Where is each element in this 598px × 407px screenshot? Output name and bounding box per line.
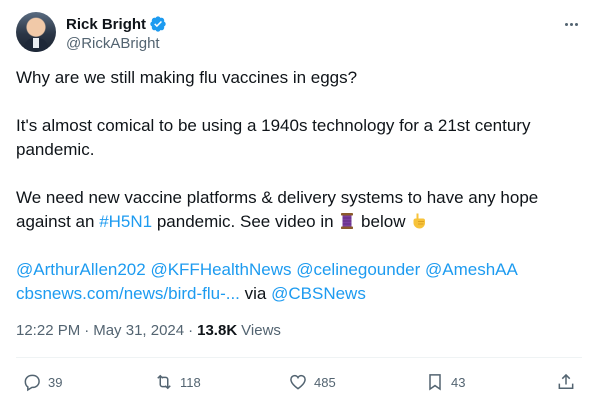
bookmark-icon <box>429 374 441 391</box>
tweet-text-segment: below <box>361 212 406 231</box>
reply-icon <box>24 374 40 392</box>
avatar[interactable] <box>16 12 56 52</box>
retweet-button[interactable]: 118 <box>154 370 201 394</box>
verified-badge-icon <box>150 16 166 32</box>
pointing-down-emoji-icon <box>413 213 426 229</box>
tweet-time[interactable]: 12:22 PM <box>16 322 80 339</box>
reply-count: 39 <box>48 374 63 390</box>
retweet-icon <box>157 374 171 390</box>
views-label: Views <box>241 322 281 339</box>
author-handle[interactable]: @RickABright <box>66 35 160 52</box>
more-dot-icon <box>564 22 568 26</box>
tweet-paragraph-3: We need new vaccine platforms & delivery… <box>16 186 582 234</box>
mention-link[interactable]: @ArthurAllen202 <box>16 260 146 279</box>
reply-button[interactable]: 39 <box>22 370 62 394</box>
tweet-paragraph-1: Why are we still making flu vaccines in … <box>16 68 358 87</box>
tweet-text: Why are we still making flu vaccines in … <box>16 66 582 306</box>
views-count: 13.8K <box>197 322 238 339</box>
tweet-text-segment: pandemic. See video in <box>156 212 334 231</box>
more-options-button[interactable] <box>560 14 582 34</box>
author-display-name[interactable]: Rick Bright <box>66 16 146 33</box>
mention-link[interactable]: @AmeshAA <box>425 260 518 279</box>
retweet-count: 118 <box>180 374 201 390</box>
divider <box>16 357 582 358</box>
thread-spool-emoji-icon <box>341 213 354 229</box>
meta-separator: · <box>188 322 194 339</box>
external-link[interactable]: cbsnews.com/news/bird-flu-... <box>16 284 240 303</box>
share-icon <box>558 373 574 389</box>
more-dot-icon <box>569 22 573 26</box>
tweet-date[interactable]: May 31, 2024 <box>93 322 184 339</box>
like-count: 485 <box>314 374 336 390</box>
mention-link[interactable]: @celinegounder <box>296 260 420 279</box>
like-button[interactable]: 485 <box>288 370 336 394</box>
meta-separator: · <box>84 322 90 339</box>
share-button[interactable] <box>556 370 576 394</box>
bookmark-count: 43 <box>451 374 466 390</box>
action-bar: 39 118 485 43 <box>20 370 578 394</box>
more-dot-icon <box>574 22 578 26</box>
tweet-card: Rick Bright @RickABright Why are we stil… <box>0 0 598 407</box>
via-mention-link[interactable]: @CBSNews <box>271 284 366 303</box>
heart-icon <box>290 374 306 390</box>
tweet-paragraph-2: It's almost comical to be using a 1940s … <box>16 116 531 159</box>
mention-link[interactable]: @KFFHealthNews <box>150 260 291 279</box>
tweet-meta: 12:22 PM · May 31, 2024 · 13.8K Views <box>16 322 281 339</box>
tweet-paragraph-4: @ArthurAllen202 @KFFHealthNews @celinego… <box>16 258 582 306</box>
author-name-row: Rick Bright <box>66 14 167 34</box>
hashtag-link[interactable]: #H5N1 <box>99 212 152 231</box>
bookmark-button[interactable]: 43 <box>425 370 465 394</box>
via-label: via <box>244 284 267 303</box>
avatar-collar <box>33 38 39 48</box>
